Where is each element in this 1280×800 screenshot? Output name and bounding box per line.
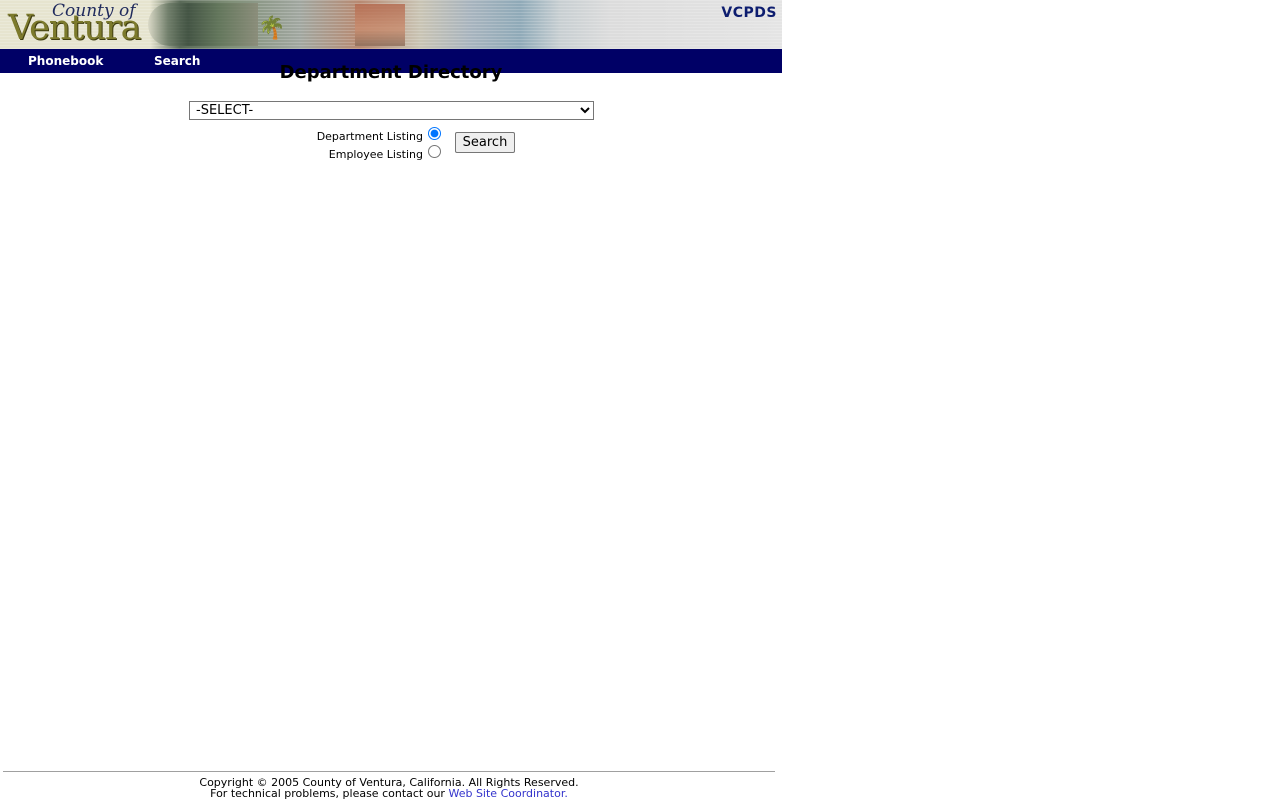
banner-photo — [148, 3, 258, 46]
page-title: Department Directory — [279, 62, 503, 83]
palm-tree-icon: 🌴 — [258, 16, 286, 41]
contact-prefix: For technical problems, please contact o… — [210, 787, 449, 800]
department-select[interactable]: -SELECT- — [189, 101, 594, 120]
employee-listing-radio[interactable] — [428, 145, 441, 158]
contact-line: For technical problems, please contact o… — [0, 788, 778, 799]
department-listing-radio[interactable] — [428, 127, 441, 140]
logo-ventura: Ventura — [8, 8, 142, 48]
banner-building-image — [355, 4, 405, 46]
footer-divider — [3, 771, 775, 772]
department-listing-label: Department Listing — [316, 130, 423, 143]
header-banner: 🌴 County of Ventura VCPDS — [0, 0, 782, 49]
app-name: VCPDS — [721, 5, 777, 21]
employee-listing-label: Employee Listing — [328, 148, 423, 161]
search-button[interactable]: Search — [455, 132, 515, 153]
footer: Copyright © 2005 County of Ventura, Cali… — [0, 777, 778, 799]
page: 🌴 County of Ventura VCPDS Phonebook Sear… — [0, 0, 1280, 800]
web-site-coordinator-link[interactable]: Web Site Coordinator. — [448, 787, 567, 800]
